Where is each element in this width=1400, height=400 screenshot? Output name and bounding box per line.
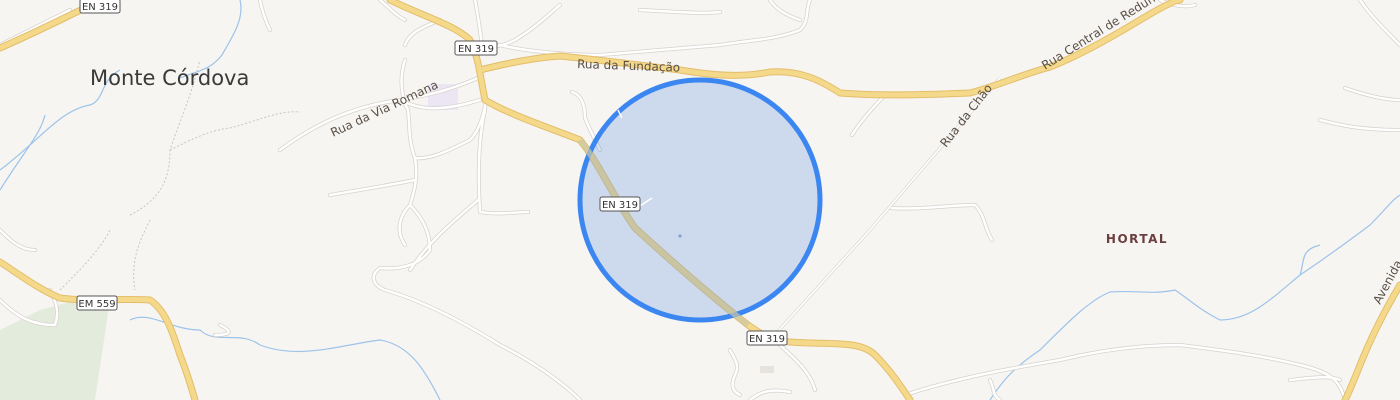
- map-canvas[interactable]: EN 319 EN 319 EN 319 EN 319 EM 559 Rua d…: [0, 0, 1400, 400]
- building: [760, 366, 774, 373]
- place-label-monte-cordova: Monte Córdova: [90, 66, 249, 90]
- svg-text:EN 319: EN 319: [749, 334, 785, 345]
- road-shield-em559: EM 559: [76, 295, 118, 311]
- street-label-rua-da-fundacao: Rua da Fundação: [577, 57, 681, 75]
- location-dot: [678, 234, 682, 238]
- svg-text:EN 319: EN 319: [602, 200, 638, 211]
- footpaths: [59, 59, 301, 291]
- place-label-hortal: HORTAL: [1106, 232, 1168, 246]
- svg-text:EN 319: EN 319: [82, 2, 118, 13]
- svg-text:EM 559: EM 559: [78, 299, 115, 310]
- road-shield-en319-top: EN 319: [79, 0, 121, 14]
- road-shield-en319-lower: EN 319: [746, 330, 788, 346]
- svg-text:EN 319: EN 319: [458, 44, 494, 55]
- map-view[interactable]: EN 319 EN 319 EN 319 EN 319 EM 559 Rua d…: [0, 0, 1400, 400]
- road-shield-en319-mid: EN 319: [599, 196, 641, 212]
- road-shield-en319-upper: EN 319: [454, 40, 498, 56]
